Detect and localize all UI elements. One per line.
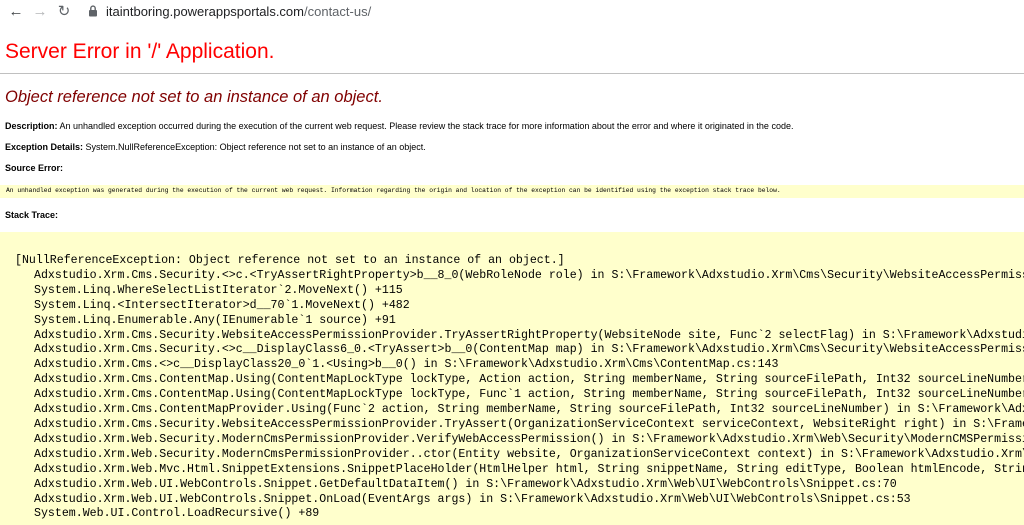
forward-arrow-icon[interactable]: →	[28, 3, 52, 20]
description-label: Description:	[5, 121, 58, 131]
exception-details-line: Exception Details: System.NullReferenceE…	[5, 142, 426, 152]
stack-trace-frame: System.Linq.<IntersectIterator>d__70`1.M…	[34, 298, 410, 312]
stack-trace-frame: Adxstudio.Xrm.Cms.ContentMap.Using(Conte…	[34, 388, 1024, 402]
stack-trace-frame: Adxstudio.Xrm.Cms.Security.<>c__DisplayC…	[34, 343, 1024, 357]
stack-trace-frame: Adxstudio.Xrm.Web.Security.ModernCmsPerm…	[34, 432, 1024, 446]
stack-trace-box: [NullReferenceException: Object referenc…	[0, 232, 1024, 525]
reload-icon[interactable]: ↻	[52, 2, 76, 20]
error-title: Server Error in '/' Application.	[5, 40, 275, 63]
stack-trace-exception-line: [NullReferenceException: Object referenc…	[15, 254, 565, 267]
error-page: Server Error in '/' Application. Object …	[0, 22, 1024, 525]
description-text: An unhandled exception occurred during t…	[59, 121, 794, 131]
stack-trace-label: Stack Trace:	[5, 210, 59, 220]
source-error-box: An unhandled exception was generated dur…	[0, 185, 1024, 198]
browser-toolbar: ← → ↻ itaintboring.powerappsportals.com /…	[0, 0, 1024, 22]
exception-details-label: Exception Details:	[5, 142, 84, 152]
source-error-label: Source Error:	[5, 163, 64, 173]
stack-trace-frame: Adxstudio.Xrm.Cms.<>c__DisplayClass20_0`…	[34, 358, 779, 372]
stack-trace-frame: Adxstudio.Xrm.Web.UI.WebControls.Snippet…	[34, 477, 897, 491]
url-domain: itaintboring.powerappsportals.com	[106, 3, 304, 19]
stack-trace-frame: Adxstudio.Xrm.Cms.Security.WebsiteAccess…	[34, 417, 1024, 431]
address-bar[interactable]: itaintboring.powerappsportals.com/contac…	[86, 0, 371, 22]
back-arrow-icon[interactable]: ←	[4, 3, 28, 20]
stack-trace-frame: System.Linq.Enumerable.Any(IEnumerable`1…	[34, 313, 396, 327]
stack-trace-frame: Adxstudio.Xrm.Cms.Security.<>c.<TryAsser…	[34, 268, 1024, 282]
stack-trace-frame: System.Web.UI.Control.LoadRecursive() +8…	[34, 507, 320, 521]
source-error-text: An unhandled exception was generated dur…	[6, 187, 781, 194]
error-message: Object reference not set to an instance …	[5, 88, 383, 106]
source-error-heading: Source Error:	[5, 163, 63, 173]
stack-trace-frame: Adxstudio.Xrm.Web.Mvc.Html.SnippetExtens…	[34, 462, 1024, 476]
description-line: Description: An unhandled exception occu…	[5, 121, 793, 131]
stack-trace-frame: System.Linq.WhereSelectListIterator`2.Mo…	[34, 283, 403, 297]
stack-trace-frame: Adxstudio.Xrm.Web.UI.WebControls.Snippet…	[34, 492, 911, 506]
divider	[0, 73, 1024, 74]
url-path: /contact-us/	[304, 3, 372, 19]
lock-icon	[89, 5, 97, 17]
exception-details-text: System.NullReferenceException: Object re…	[85, 142, 426, 152]
stack-trace-frame: Adxstudio.Xrm.Web.Security.ModernCmsPerm…	[34, 447, 1024, 461]
stack-trace-text: [NullReferenceException: Object referenc…	[15, 254, 1024, 522]
stack-trace-frame: Adxstudio.Xrm.Cms.Security.WebsiteAccess…	[34, 328, 1024, 342]
stack-trace-heading: Stack Trace:	[5, 210, 58, 220]
stack-trace-frame: Adxstudio.Xrm.Cms.ContentMap.Using(Conte…	[34, 373, 1024, 387]
stack-trace-frame: Adxstudio.Xrm.Cms.ContentMapProvider.Usi…	[34, 403, 1024, 417]
